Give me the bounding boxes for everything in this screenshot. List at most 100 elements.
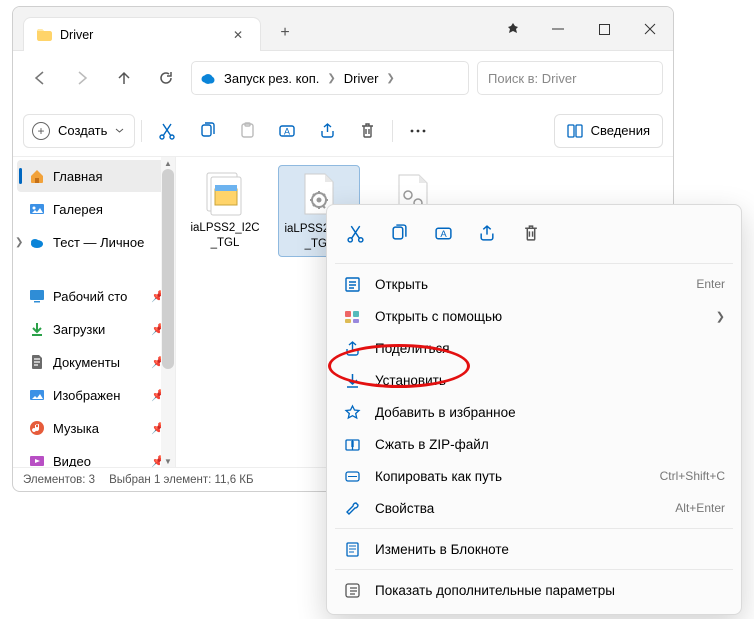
paste-button[interactable]	[228, 114, 266, 148]
file-item[interactable]: iaLPSS2_I2C_TGL	[184, 165, 266, 257]
tab-driver[interactable]: Driver ✕	[23, 17, 261, 51]
scrollbar-thumb[interactable]	[162, 169, 174, 369]
sidebar-item-gallery[interactable]: Галерея	[17, 193, 171, 225]
sidebar-item-desktop[interactable]: Рабочий сто 📌	[17, 280, 171, 312]
address-bar: Запуск рез. коп. ❯ Driver ❯ Поиск в: Dri…	[13, 51, 673, 105]
tab-close-icon[interactable]: ✕	[228, 25, 248, 45]
toolbar: + Создать A Сведения	[13, 105, 673, 157]
scroll-up-icon[interactable]: ▲	[161, 157, 175, 169]
refresh-button[interactable]	[149, 61, 183, 95]
copy-button[interactable]	[188, 114, 226, 148]
ctx-open-with[interactable]: Открыть с помощью ❯	[327, 300, 741, 332]
chevron-right-icon: ❯	[327, 73, 335, 84]
ctx-edit-notepad[interactable]: Изменить в Блокноте	[327, 533, 741, 565]
ctx-cut-button[interactable]	[335, 215, 375, 251]
sidebar: Главная Галерея ❯ Тест — Личное Рабочий …	[13, 157, 176, 467]
ctx-label: Изменить в Блокноте	[375, 542, 509, 557]
sidebar-item-tests[interactable]: ❯ Тест — Личное	[17, 226, 171, 258]
more-button[interactable]	[399, 114, 437, 148]
onedrive-icon	[29, 234, 45, 250]
ctx-open[interactable]: Открыть Enter	[327, 268, 741, 300]
more-options-icon	[343, 581, 361, 599]
sidebar-item-home[interactable]: Главная	[17, 160, 171, 192]
sidebar-item-music[interactable]: Музыка 📌	[17, 412, 171, 444]
pin-icon[interactable]	[491, 7, 535, 51]
search-placeholder: Поиск в: Driver	[488, 71, 576, 86]
chevron-right-icon: ❯	[386, 73, 394, 84]
ctx-more-options[interactable]: Показать дополнительные параметры	[327, 574, 741, 606]
zip-icon	[343, 435, 361, 453]
create-label: Создать	[58, 123, 107, 138]
ctx-label: Сжать в ZIP-файл	[375, 437, 489, 452]
pictures-icon	[29, 387, 45, 403]
forward-button[interactable]	[65, 61, 99, 95]
separator	[335, 528, 733, 529]
share-button[interactable]	[308, 114, 346, 148]
ctx-copy-path[interactable]: Копировать как путь Ctrl+Shift+C	[327, 460, 741, 492]
close-button[interactable]	[627, 7, 673, 51]
ctx-label: Открыть	[375, 277, 428, 292]
ctx-copy-button[interactable]	[379, 215, 419, 251]
sidebar-label: Рабочий сто	[53, 289, 127, 304]
ctx-rename-button[interactable]: A	[423, 215, 463, 251]
context-menu: A Открыть Enter Открыть с помощью ❯ Поде…	[326, 204, 742, 615]
ctx-delete-button[interactable]	[511, 215, 551, 251]
star-icon	[343, 403, 361, 421]
back-button[interactable]	[23, 61, 57, 95]
titlebar: Driver ✕ +	[13, 7, 673, 51]
sidebar-label: Галерея	[53, 202, 103, 217]
search-input[interactable]: Поиск в: Driver	[477, 61, 663, 95]
ctx-favorite[interactable]: Добавить в избранное	[327, 396, 741, 428]
ctx-label: Показать дополнительные параметры	[375, 583, 615, 598]
sidebar-item-videos[interactable]: Видео 📌	[17, 445, 171, 467]
ctx-zip[interactable]: Сжать в ZIP-файл	[327, 428, 741, 460]
desktop-icon	[29, 288, 45, 304]
rename-button[interactable]: A	[268, 114, 306, 148]
videos-icon	[29, 453, 45, 467]
details-label: Сведения	[591, 123, 650, 138]
sidebar-item-downloads[interactable]: Загрузки 📌	[17, 313, 171, 345]
ctx-share[interactable]: Поделиться	[327, 332, 741, 364]
open-icon	[343, 275, 361, 293]
cut-button[interactable]	[148, 114, 186, 148]
maximize-button[interactable]	[581, 7, 627, 51]
crumb-root[interactable]: Запуск рез. коп.	[224, 71, 319, 86]
svg-text:A: A	[284, 126, 290, 136]
download-icon	[29, 321, 45, 337]
wrench-icon	[343, 499, 361, 517]
separator	[392, 120, 393, 142]
crumb-folder[interactable]: Driver	[344, 71, 379, 86]
sidebar-label: Видео	[53, 454, 91, 468]
ctx-properties[interactable]: Свойства Alt+Enter	[327, 492, 741, 524]
scroll-down-icon[interactable]: ▼	[161, 455, 175, 467]
music-icon	[29, 420, 45, 436]
openwith-icon	[343, 307, 361, 325]
breadcrumb[interactable]: Запуск рез. коп. ❯ Driver ❯	[191, 61, 469, 95]
chevron-right-icon[interactable]: ❯	[15, 237, 23, 248]
chevron-down-icon	[115, 126, 124, 135]
sidebar-label: Документы	[53, 355, 120, 370]
details-icon	[567, 123, 583, 139]
scrollbar[interactable]: ▲ ▼	[161, 157, 175, 467]
ctx-install[interactable]: Установить	[327, 364, 741, 396]
inf-stack-icon	[201, 169, 249, 217]
status-selection: Выбран 1 элемент: 11,6 КБ	[109, 474, 253, 486]
create-button[interactable]: + Создать	[23, 114, 135, 148]
sidebar-item-pictures[interactable]: Изображен 📌	[17, 379, 171, 411]
context-icon-row: A	[327, 211, 741, 259]
ctx-label: Добавить в избранное	[375, 405, 516, 420]
details-button[interactable]: Сведения	[554, 114, 663, 148]
delete-button[interactable]	[348, 114, 386, 148]
up-button[interactable]	[107, 61, 141, 95]
tab-add-button[interactable]: +	[269, 17, 301, 49]
notepad-icon	[343, 540, 361, 558]
window-controls	[491, 7, 673, 51]
status-count: Элементов: 3	[23, 474, 95, 486]
sidebar-item-documents[interactable]: Документы 📌	[17, 346, 171, 378]
file-label: iaLPSS2_I2C_TGL	[188, 221, 262, 251]
ctx-label: Установить	[375, 373, 446, 388]
ctx-label: Копировать как путь	[375, 469, 502, 484]
ctx-share-button[interactable]	[467, 215, 507, 251]
minimize-button[interactable]	[535, 7, 581, 51]
plus-icon: +	[32, 122, 50, 140]
